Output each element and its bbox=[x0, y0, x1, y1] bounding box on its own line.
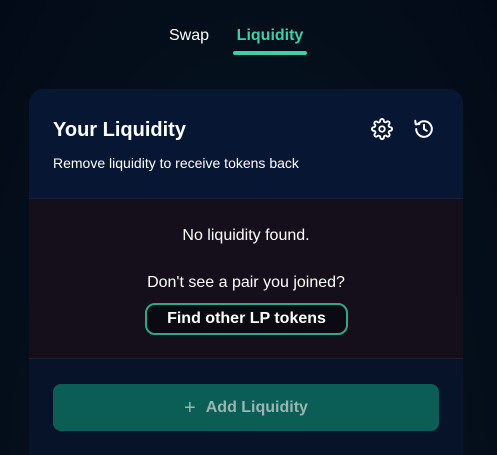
plus-icon: + bbox=[184, 396, 196, 419]
card-footer: + Add Liquidity bbox=[29, 359, 463, 455]
empty-state-message: No liquidity found. bbox=[182, 227, 310, 244]
card-subtitle: Remove liquidity to receive tokens back bbox=[53, 155, 299, 171]
card-title: Your Liquidity bbox=[53, 119, 186, 141]
liquidity-card: Your Liquidity Remove liquidity to recei… bbox=[29, 89, 463, 455]
history-button[interactable] bbox=[412, 117, 436, 141]
active-tab-indicator bbox=[233, 51, 307, 55]
history-icon bbox=[414, 119, 433, 138]
liquidity-list-area: No liquidity found. Don't see a pair you… bbox=[29, 199, 463, 359]
find-lp-tokens-button[interactable]: Find other LP tokens bbox=[145, 303, 348, 335]
liquidity-page: Swap Liquidity Your Liquidity Remove liq… bbox=[0, 0, 497, 455]
gear-icon bbox=[371, 118, 393, 140]
card-header: Your Liquidity Remove liquidity to recei… bbox=[29, 89, 463, 199]
tab-liquidity[interactable]: Liquidity bbox=[233, 26, 307, 50]
swap-liquidity-tabs: Swap Liquidity bbox=[0, 0, 497, 60]
missing-pair-hint: Don't see a pair you joined? bbox=[147, 274, 345, 291]
tab-swap[interactable]: Swap bbox=[167, 26, 211, 50]
add-liquidity-label: Add Liquidity bbox=[205, 398, 308, 416]
settings-button[interactable] bbox=[370, 117, 394, 141]
add-liquidity-button[interactable]: + Add Liquidity bbox=[53, 384, 439, 431]
